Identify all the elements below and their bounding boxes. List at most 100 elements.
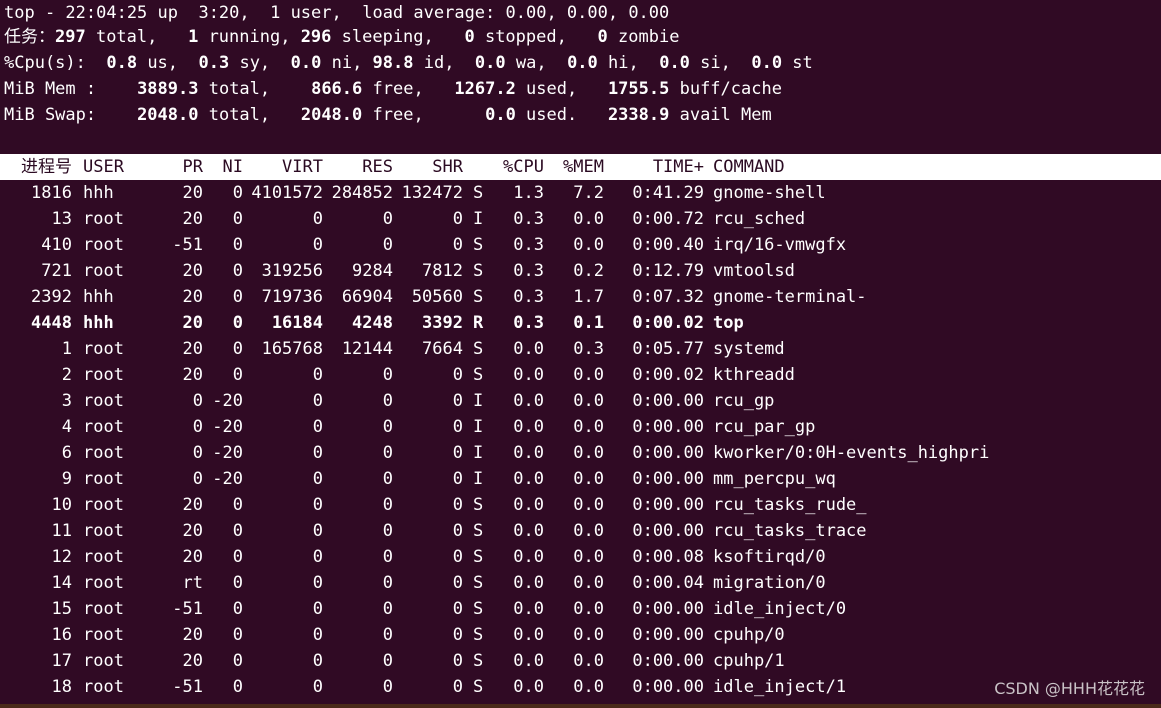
cpu-id-label: id, (413, 53, 475, 73)
pid-cell: 16 (51, 625, 72, 645)
command-cell: idle_inject/0 (713, 599, 847, 619)
state-cell: S (473, 677, 484, 697)
watermark: CSDN @HHH花花花 (994, 679, 1145, 698)
mem-cell: 0.0 (573, 391, 604, 411)
table-row: 18 root -51 0 0 0 0 S 0.0 0.0 0:00.00 idle_inject/1 (0, 674, 1161, 700)
mem-buff: 1755.5 (607, 79, 670, 99)
command-cell: vmtoolsd (713, 261, 795, 281)
command-cell: rcu_sched (713, 209, 806, 229)
tasks-running-label: running, (198, 27, 301, 47)
cpu-cell: 0.0 (513, 651, 544, 671)
tasks-label: 任务： (4, 27, 55, 47)
res-cell: 0 (382, 495, 393, 515)
column-header-bar: 进程号 USER PR NI VIRT RES SHR %CPU %MEM TI… (0, 154, 1161, 180)
command-cell: cpuhp/1 (713, 651, 785, 671)
res-cell: 0 (382, 677, 393, 697)
terminal-window[interactable]: top - 22:04:25 up 3:20, 1 user, load ave… (0, 0, 1161, 704)
mem-line: MiB Mem : 3889.3 total, 866.6 free, 1267… (4, 76, 782, 102)
command-cell: rcu_par_gp (713, 417, 816, 437)
pr-cell: 20 (182, 209, 203, 229)
pr-cell: -51 (172, 599, 203, 619)
res-cell: 0 (382, 521, 393, 541)
cpu-cell: 0.0 (513, 443, 544, 463)
pr-cell: 20 (182, 339, 203, 359)
cpu-cell: 0.3 (513, 261, 544, 281)
pid-cell: 3 (61, 391, 72, 411)
mem-cell: 0.0 (573, 573, 604, 593)
cpu-line: %Cpu(s): 0.8 us, 0.3 sy, 0.0 ni, 98.8 id… (4, 50, 813, 76)
mem-cell: 0.0 (573, 235, 604, 255)
tasks-sleeping-label: sleeping, (331, 27, 465, 47)
pid-cell: 410 (41, 235, 72, 255)
shr-cell: 0 (452, 417, 463, 437)
tasks-stopped: 0 (464, 27, 475, 47)
shr-cell: 0 (452, 235, 463, 255)
virt-cell: 0 (312, 677, 323, 697)
time-cell: 0:00.00 (632, 417, 704, 437)
mem-buff-label: buff/cache (669, 79, 782, 99)
col-res: RES (362, 157, 393, 177)
swap-used: 0.0 (485, 105, 516, 125)
mem-total: 3889.3 (137, 79, 199, 99)
res-cell: 0 (382, 599, 393, 619)
ni-cell: 0 (232, 599, 243, 619)
pid-cell: 18 (51, 677, 72, 697)
res-cell: 0 (382, 469, 393, 489)
virt-cell: 0 (312, 495, 323, 515)
table-row: 14 root rt 0 0 0 0 S 0.0 0.0 0:00.04 migration/0 (0, 570, 1161, 596)
time-cell: 0:00.00 (632, 651, 704, 671)
pr-cell: rt (182, 573, 203, 593)
ni-cell: 0 (232, 183, 243, 203)
res-cell: 4248 (352, 313, 393, 333)
mem-cell: 0.0 (573, 417, 604, 437)
pr-cell: -51 (172, 235, 203, 255)
cpu-cell: 0.3 (513, 313, 544, 333)
shr-cell: 0 (452, 521, 463, 541)
cpu-id: 98.8 (372, 53, 414, 73)
time-cell: 0:00.00 (632, 391, 704, 411)
mem-cell: 7.2 (573, 183, 604, 203)
col-cpu: %CPU (503, 157, 544, 177)
pr-cell: 0 (192, 391, 203, 411)
cpu-label: %Cpu(s): (4, 53, 107, 73)
pid-cell: 2 (61, 365, 72, 385)
table-row: 721 root 20 0 319256 9284 7812 S 0.3 0.2 0:12.79 vm… (0, 258, 1161, 284)
pr-cell: 0 (192, 469, 203, 489)
state-cell: S (473, 599, 484, 619)
col-mem: %MEM (563, 157, 604, 177)
cpu-us: 0.8 (106, 53, 138, 73)
cpu-cell: 0.0 (513, 547, 544, 567)
cpu-cell: 0.3 (513, 209, 544, 229)
virt-cell: 4101572 (251, 183, 323, 203)
virt-cell: 0 (312, 417, 323, 437)
pid-cell: 14 (51, 573, 72, 593)
mem-cell: 0.0 (573, 651, 604, 671)
table-row: 6 root 0 -20 0 0 0 I 0.0 0.0 0:00.00 kworker/0:0H-e… (0, 440, 1161, 466)
command-cell: kworker/0:0H-events_highpri (713, 443, 990, 463)
table-row: 2 root 20 0 0 0 0 S 0.0 0.0 0:00.02 kthreadd (0, 362, 1161, 388)
table-row: 410 root -51 0 0 0 0 S 0.3 0.0 0:00.40 irq/16-vmwgf… (0, 232, 1161, 258)
pid-cell: 1816 (31, 183, 72, 203)
cpu-ni-label: ni, (321, 53, 373, 73)
res-cell: 0 (382, 365, 393, 385)
background-strip (0, 704, 1161, 708)
col-virt: VIRT (282, 157, 323, 177)
pid-cell: 4 (61, 417, 72, 437)
command-cell: irq/16-vmwgfx (713, 235, 847, 255)
command-cell: mm_percpu_wq (713, 469, 836, 489)
res-cell: 284852 (331, 183, 393, 203)
pr-cell: 20 (182, 365, 203, 385)
pr-cell: 20 (182, 521, 203, 541)
pid-cell: 721 (41, 261, 72, 281)
pr-cell: 20 (182, 495, 203, 515)
time-cell: 0:07.32 (632, 287, 704, 307)
ni-cell: 0 (232, 313, 243, 333)
command-cell: ksoftirqd/0 (713, 547, 826, 567)
time-cell: 0:00.00 (632, 521, 704, 541)
virt-cell: 0 (312, 521, 323, 541)
mem-label: MiB Mem : (4, 79, 138, 99)
pr-cell: 20 (182, 261, 203, 281)
swap-label: MiB Swap: (4, 105, 138, 125)
virt-cell: 0 (312, 625, 323, 645)
command-cell: rcu_gp (713, 391, 775, 411)
